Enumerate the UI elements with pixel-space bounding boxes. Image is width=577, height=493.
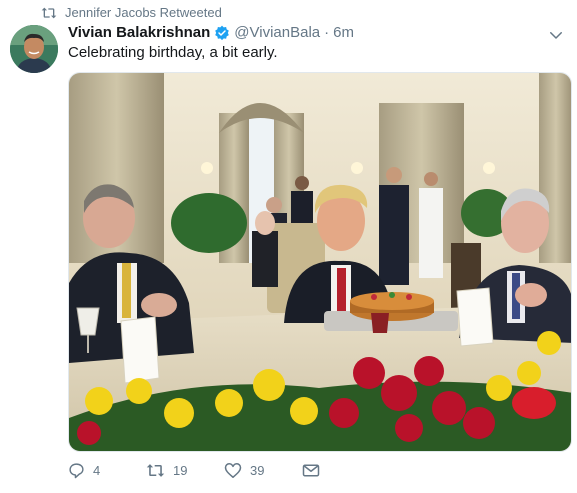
chevron-down-icon[interactable] [547,26,565,44]
handle[interactable]: @VivianBala [234,24,320,41]
reply-button[interactable]: 4 [68,462,146,479]
avatar[interactable] [10,25,58,73]
tweet-text: Celebrating birthday, a bit early. [68,44,278,61]
tweet-header: Vivian Balakrishnan @VivianBala · 6m [68,24,354,41]
retweet-context[interactable]: Jennifer Jacobs Retweeted [41,5,222,20]
retweet-count: 19 [173,463,188,478]
envelope-icon [302,464,320,477]
verified-badge-icon [215,25,230,40]
reply-count: 4 [93,463,101,478]
timestamp[interactable]: 6m [333,24,354,41]
reply-icon [69,463,84,479]
retweet-button[interactable]: 19 [146,462,224,479]
like-count: 39 [250,463,265,478]
heart-icon [224,463,242,478]
action-bar: 4 19 39 [68,462,320,479]
separator-dot: · [324,24,330,41]
direct-message-button[interactable] [302,463,320,478]
retweet-icon [41,7,57,18]
retweet-icon [146,464,165,477]
display-name[interactable]: Vivian Balakrishnan [68,24,210,41]
like-button[interactable]: 39 [224,462,302,479]
retweet-context-text: Jennifer Jacobs Retweeted [65,5,222,20]
tweet-photo[interactable] [68,72,572,452]
